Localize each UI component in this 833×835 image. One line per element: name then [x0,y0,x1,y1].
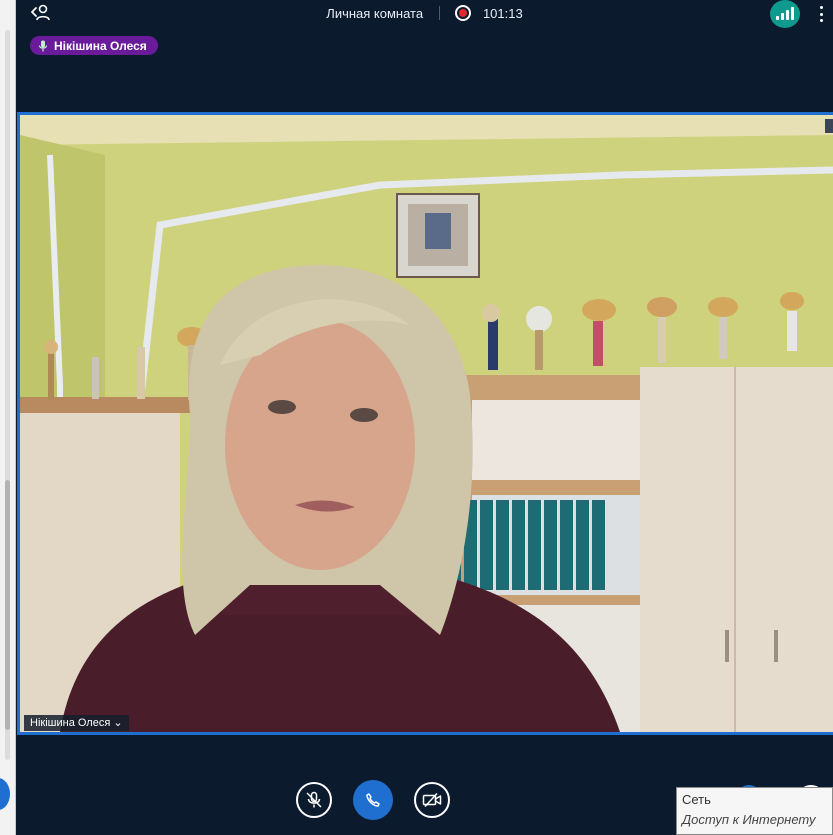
background-blue-button[interactable] [0,778,10,810]
kebab-menu-icon [819,6,823,9]
microphone-icon [38,40,48,51]
video-conference-app: Личная комната 101:13 Нікішина Олеся Нік… [16,0,833,835]
room-title: Личная комната [326,6,424,21]
connection-status-button[interactable] [770,0,800,28]
call-button[interactable] [353,780,393,820]
background-window-strip [0,0,16,835]
network-tooltip-status: Доступ к Интернету [682,812,816,827]
participant-name-tag[interactable]: Нікішина Олеся ⌄ [24,715,129,731]
wardrobe [640,367,833,732]
top-bar: Личная комната 101:13 [16,0,833,28]
session-timer: 101:13 [482,6,523,21]
title-divider [438,6,440,20]
mute-microphone-button[interactable] [296,782,332,818]
camera-off-icon [422,792,442,808]
more-options-button[interactable] [816,4,826,24]
phone-icon [366,793,380,807]
session-title-bar: Личная комната 101:13 [16,5,833,21]
signal-bars-icon [776,16,779,20]
microphone-muted-icon [306,791,322,808]
active-speaker-name: Нікішина Олеся [54,38,147,53]
participant-video[interactable]: Нікішина Олеся ⌄ [17,112,833,735]
network-tooltip-title: Сеть [682,792,711,807]
network-status-tooltip: Сеть Доступ к Интернету [676,787,833,835]
video-corner-handle[interactable] [825,119,833,133]
camera-toggle-button[interactable] [414,782,450,818]
record-icon[interactable] [455,5,472,21]
video-scene [20,115,833,732]
background-scrollbar-thumb[interactable] [5,480,10,730]
active-speaker-chip: Нікішина Олеся [30,36,158,55]
